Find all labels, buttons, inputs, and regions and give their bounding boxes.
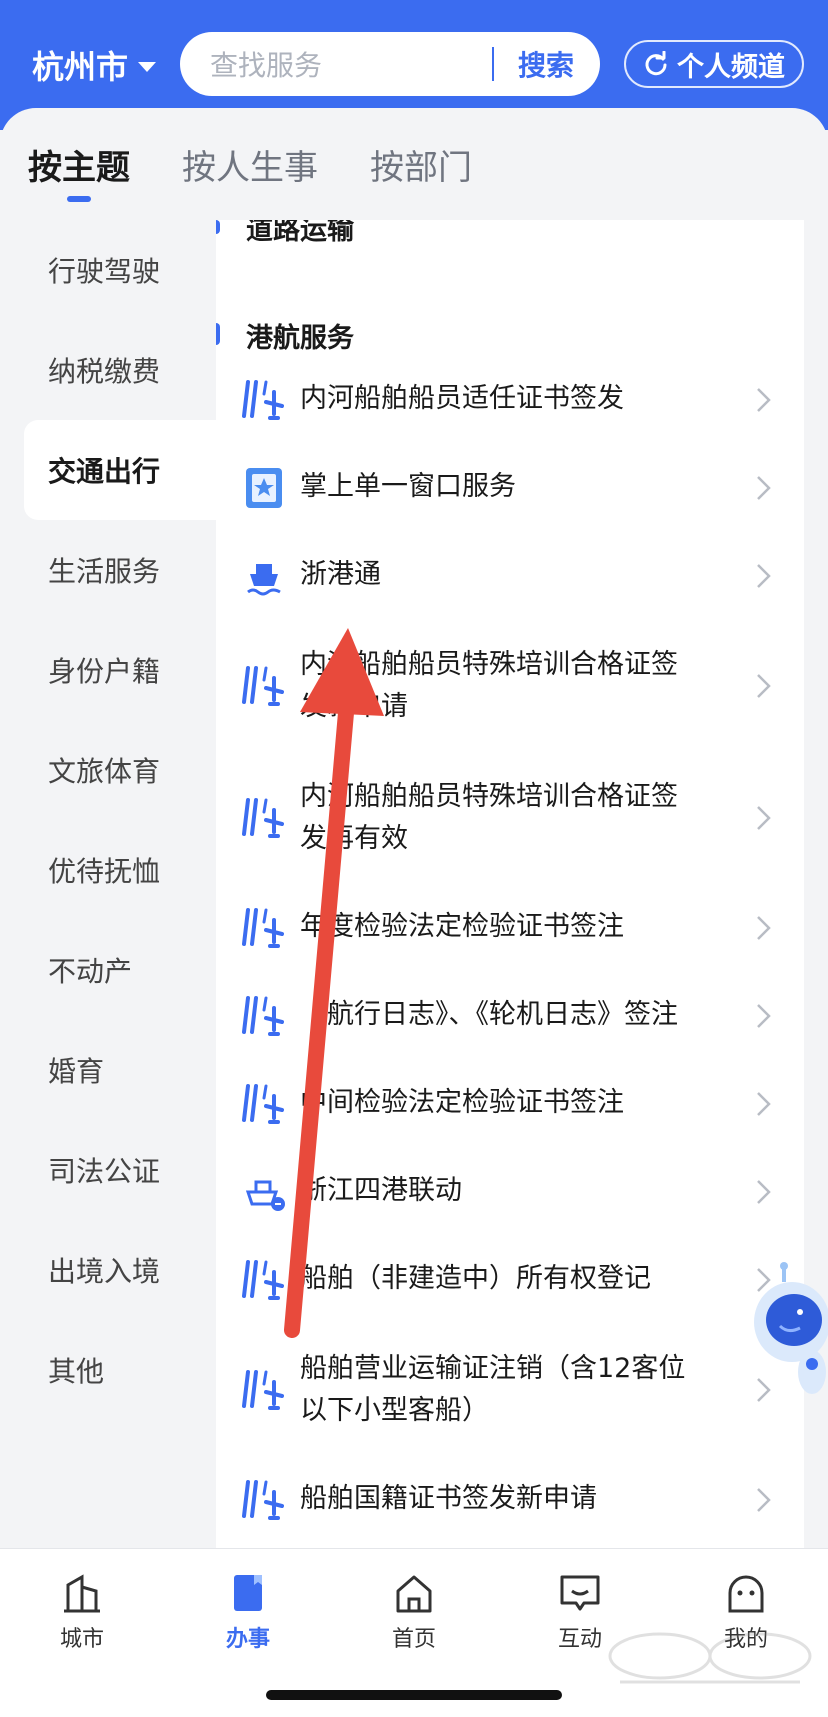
chevron-right-icon [757,674,771,698]
sidebar-item-notary[interactable]: 司法公证 [24,1120,224,1220]
service-label: 浙港通 [300,559,381,590]
sidebar-item-driving[interactable]: 行驶驾驶 [24,220,224,320]
nav-label: 首页 [391,1627,436,1652]
section-marker [216,220,220,234]
tab-by-theme[interactable]: 按主题 [28,140,130,202]
caret-down-icon [138,62,157,72]
sidebar-item-marriage[interactable]: 婚育 [24,1020,224,1120]
chevron-right-icon [757,1092,771,1116]
sidebar-item-identity[interactable]: 身份户籍 [24,620,224,720]
tab-label: 按人生事 [182,148,318,188]
port-ship-icon [242,666,284,706]
chevron-right-icon [757,476,771,500]
port-ship-icon [242,380,284,420]
nav-label: 办事 [225,1627,270,1652]
list-item[interactable]: 内河船舶船员适任证书签发 [216,356,804,444]
service-label: 《航行日志》、《轮机日志》签注 [300,999,678,1030]
chevron-right-icon [757,1180,771,1204]
list-item[interactable]: 内河船舶船员特殊培训合格证签发再有效 [216,752,804,884]
port-ship-icon [242,996,284,1036]
home-icon [396,1575,432,1613]
port-ship-icon [242,1260,284,1300]
service-label: 船舶营业运输证注销（含12客位以下小型客船） [300,1353,686,1426]
personal-channel-label: 个人频道 [677,51,785,83]
sidebar-item-transport[interactable]: 交通出行 [24,420,224,520]
refresh-icon [645,51,667,76]
city-label: 杭州市 [32,48,129,86]
search-button[interactable]: 搜索 [494,44,600,84]
chevron-right-icon [757,564,771,588]
service-panel: 道路运输 港航服务 内河船舶船员适任证书签发 掌上单一窗口服务 浙港通 内河船舶… [216,220,804,1548]
port-ship-icon [242,908,284,948]
service-label: 年度检验法定检验证书签注 [300,911,624,942]
city-icon [64,1574,100,1613]
sidebar-item-exit-entry[interactable]: 出境入境 [24,1220,224,1320]
chevron-right-icon [757,806,771,830]
sidebar-item-realestate[interactable]: 不动产 [24,920,224,1020]
port-ship-icon [242,1084,284,1124]
list-item[interactable]: 船舶（非建造中）所有权登记 [216,1236,804,1324]
list-item[interactable]: 浙港通 [216,532,804,620]
home-indicator [266,1690,562,1700]
service-label: 内河船舶船员适任证书签发 [300,383,624,414]
profile-icon [728,1575,764,1613]
service-label: 浙江四港联动 [300,1175,462,1206]
service-label: 内河船舶船员特殊培训合格证签发新申请 [300,649,678,722]
port-ship-icon [242,1480,284,1520]
topic-tabs: 按主题 按人生事 按部门 [28,140,472,202]
city-selector[interactable]: 杭州市 [32,42,157,88]
service-label: 船舶国籍证书签发新申请 [300,1483,597,1514]
sidebar-item-other[interactable]: 其他 [24,1320,224,1420]
section-title-road: 道路运输 [246,220,354,246]
tab-label: 按主题 [28,148,130,188]
list-item[interactable]: 掌上单一窗口服务 [216,444,804,532]
ship-link-icon [245,1180,285,1211]
tab-label: 按部门 [370,148,472,188]
chevron-right-icon [757,1004,771,1028]
tab-by-life-event[interactable]: 按人生事 [182,140,318,189]
search-input[interactable]: 查找服务 [210,44,492,84]
service-label: 掌上单一窗口服务 [300,471,516,502]
search-bar[interactable]: 查找服务 搜索 [180,32,600,96]
ship-logo-icon [247,564,281,596]
nav-label: 互动 [557,1627,602,1652]
list-item[interactable]: 船舶国籍证书签发新申请 [216,1456,804,1544]
list-item[interactable]: 内河船舶船员特殊培训合格证签发新申请 [216,620,804,752]
tab-indicator [67,196,91,202]
nav-home[interactable]: 首页 [354,1571,474,1653]
sidebar-item-culture[interactable]: 文旅体育 [24,720,224,820]
id-card-icon [246,468,282,508]
affairs-icon [234,1575,262,1611]
personal-channel-button[interactable]: 个人频道 [624,40,804,88]
nav-affairs[interactable]: 办事 [188,1571,308,1653]
list-item[interactable]: 浙江四港联动 [216,1148,804,1236]
port-ship-icon [242,1370,284,1410]
nav-label: 城市 [59,1627,104,1652]
list-item[interactable]: 年度检验法定检验证书签注 [216,884,804,972]
nav-city[interactable]: 城市 [22,1571,142,1653]
service-label: 船舶（非建造中）所有权登记 [300,1263,651,1294]
tab-by-department[interactable]: 按部门 [370,140,472,189]
chat-icon [560,1575,600,1611]
watermark-logo [608,1632,812,1684]
section-marker [216,323,220,345]
sidebar-item-life[interactable]: 生活服务 [24,520,224,620]
list-item[interactable]: 《航行日志》、《轮机日志》签注 [216,972,804,1060]
section-title-port: 港航服务 [246,323,354,354]
sidebar-item-tax[interactable]: 纳税缴费 [24,320,224,420]
sidebar-item-preferential[interactable]: 优待抚恤 [24,820,224,920]
port-ship-icon [242,798,284,838]
service-label: 内河船舶船员特殊培训合格证签发再有效 [300,781,678,854]
chevron-right-icon [757,388,771,412]
list-item[interactable]: 中间检验法定检验证书签注 [216,1060,804,1148]
chevron-right-icon [757,1488,771,1512]
service-label: 中间检验法定检验证书签注 [300,1087,624,1118]
list-item[interactable]: 船舶营业运输证注销（含12客位以下小型客船） [216,1324,804,1456]
assistant-robot-icon[interactable] [740,1262,828,1402]
chevron-right-icon [757,916,771,940]
